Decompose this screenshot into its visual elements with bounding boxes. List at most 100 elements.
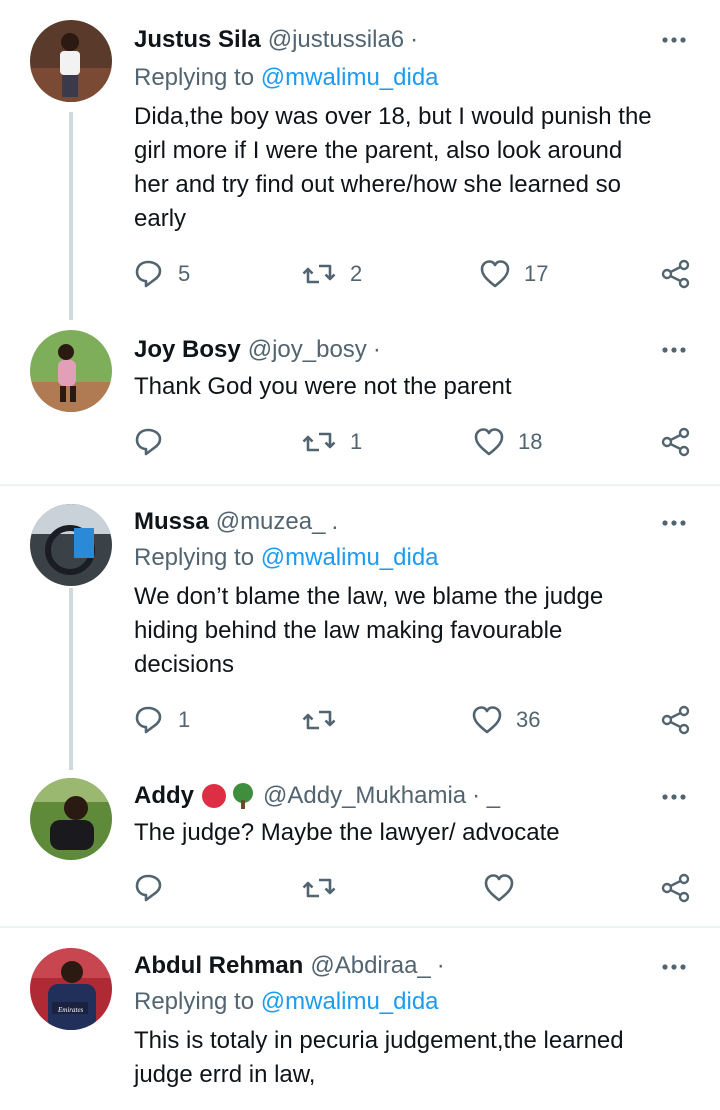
reply-icon [135, 428, 162, 456]
tweet-header: Justus Sila @justussila6 · [134, 22, 418, 58]
tweet-joy-bosy[interactable]: Joy Bosy @joy_bosy · Thank God you were … [0, 330, 720, 480]
tweet-text-line: early [134, 205, 187, 232]
share-icon [661, 705, 690, 735]
tweet-divider [0, 484, 720, 486]
retweet-button[interactable]: 1 [302, 422, 362, 462]
replying-prefix: Replying to [134, 988, 255, 1015]
tweet-abdul-rehman[interactable]: Emirates Abdul Rehman @Abdiraa_ · Replyi… [0, 948, 720, 1110]
mention-link[interactable]: @mwalimu_dida [261, 64, 439, 91]
tweet-text-line: We don’t blame the law, we blame the jud… [134, 583, 604, 610]
tweet-mussa[interactable]: Mussa @muzea_ . Replying to @mwalimu_did… [0, 504, 720, 754]
user-handle[interactable]: @joy_bosy [248, 336, 367, 364]
share-icon [661, 259, 690, 289]
reply-button[interactable] [134, 868, 164, 908]
like-button[interactable]: 17 [480, 254, 548, 294]
avatar-sponsor-text: Emirates [58, 1006, 84, 1014]
user-handle[interactable]: @justussila6 [268, 26, 404, 54]
retweet-icon [302, 710, 336, 730]
separator: · [436, 952, 445, 979]
tweet-text: We don’t blame the law, we blame the jud… [134, 580, 694, 682]
like-icon [474, 428, 504, 456]
red-circle-emoji [202, 784, 226, 808]
tweet-justus-sila[interactable]: Justus Sila @justussila6 · Replying to @… [0, 20, 720, 320]
tree-emoji [233, 783, 253, 809]
retweet-icon [302, 264, 336, 284]
avatar[interactable] [30, 20, 112, 102]
tweet-text-line: decisions [134, 651, 235, 678]
more-icon[interactable] [662, 962, 686, 972]
share-button[interactable] [660, 254, 690, 294]
tweet-text-line: judge errd in law, [134, 1061, 316, 1088]
retweet-button[interactable]: 2 [302, 254, 362, 294]
avatar[interactable] [30, 330, 112, 412]
user-handle[interactable]: @muzea_ [216, 508, 326, 536]
like-icon [472, 706, 502, 734]
replying-prefix: Replying to [134, 544, 255, 571]
tweet-text-line: This is totaly in pecuria judgement,the … [134, 1027, 624, 1054]
retweet-count: 2 [350, 261, 363, 286]
avatar[interactable] [30, 778, 112, 860]
more-icon[interactable] [662, 35, 686, 45]
like-icon [484, 874, 514, 902]
tweet-text-line: girl more if I were the parent, also loo… [134, 137, 623, 164]
reply-button[interactable]: 1 [134, 700, 190, 740]
tweet-actions: 1 36 [0, 700, 720, 740]
reply-icon [135, 260, 162, 288]
tweet-header: Mussa @muzea_ . [134, 504, 338, 540]
tweet-text-line: Thank God you were not the parent [134, 373, 512, 400]
display-name[interactable]: Abdul Rehman [134, 952, 303, 980]
reply-button[interactable]: 5 [134, 254, 190, 294]
tweet-text: Thank God you were not the parent [134, 370, 694, 404]
tweet-text: Dida,the boy was over 18, but I would pu… [134, 100, 694, 236]
separator: . [331, 508, 339, 535]
tweet-text-line: Dida,the boy was over 18, but I would pu… [134, 103, 652, 130]
more-icon[interactable] [662, 345, 686, 355]
tweet-actions [0, 868, 720, 908]
separator: · [410, 26, 419, 53]
like-count: 36 [516, 707, 541, 732]
tweet-actions: 5 2 17 [0, 254, 720, 294]
share-button[interactable] [660, 422, 690, 462]
user-handle[interactable]: @Abdiraa_ [310, 952, 430, 980]
retweet-button[interactable] [302, 868, 336, 908]
replying-to: Replying to @mwalimu_dida [134, 64, 439, 92]
tweet-text: This is totaly in pecuria judgement,the … [134, 1024, 694, 1092]
replying-prefix: Replying to [134, 64, 255, 91]
mention-link[interactable]: @mwalimu_dida [261, 988, 439, 1015]
reply-icon [135, 874, 162, 902]
like-count: 18 [518, 429, 543, 454]
retweet-count: 1 [350, 429, 363, 454]
replying-to: Replying to @mwalimu_dida [134, 988, 439, 1016]
tweet-divider [0, 926, 720, 928]
replying-to: Replying to @mwalimu_dida [134, 544, 439, 572]
share-icon [661, 873, 690, 903]
more-icon[interactable] [662, 792, 686, 802]
share-icon [661, 427, 690, 457]
mention-link[interactable]: @mwalimu_dida [261, 544, 439, 571]
reply-count: 5 [178, 261, 191, 286]
tweet-header: Joy Bosy @joy_bosy · [134, 332, 381, 368]
share-button[interactable] [660, 868, 690, 908]
tweet-actions: 1 18 [0, 422, 720, 462]
more-icon[interactable] [662, 518, 686, 528]
avatar[interactable]: Emirates [30, 948, 112, 1030]
display-name[interactable]: Justus Sila [134, 26, 261, 54]
tweet-text-line: her and try find out where/how she learn… [134, 171, 621, 198]
separator: · _ [472, 782, 501, 809]
avatar[interactable] [30, 504, 112, 586]
reply-button[interactable] [134, 422, 164, 462]
retweet-icon [302, 878, 336, 898]
display-name[interactable]: Joy Bosy [134, 336, 241, 364]
like-button[interactable] [484, 868, 514, 908]
tweet-addy[interactable]: Addy @Addy_Mukhamia · _ The judge? Maybe… [0, 778, 720, 918]
tweet-text-line: hiding behind the law making favourable [134, 617, 563, 644]
user-handle[interactable]: @Addy_Mukhamia [263, 782, 466, 810]
tweet-header: Addy @Addy_Mukhamia · _ [134, 778, 500, 814]
retweet-button[interactable] [302, 700, 336, 740]
share-button[interactable] [660, 700, 690, 740]
like-button[interactable]: 18 [474, 422, 542, 462]
display-name[interactable]: Addy [134, 782, 194, 810]
display-name[interactable]: Mussa [134, 508, 209, 536]
like-button[interactable]: 36 [472, 700, 540, 740]
tweet-text-line: The judge? Maybe the lawyer/ advocate [134, 819, 560, 846]
